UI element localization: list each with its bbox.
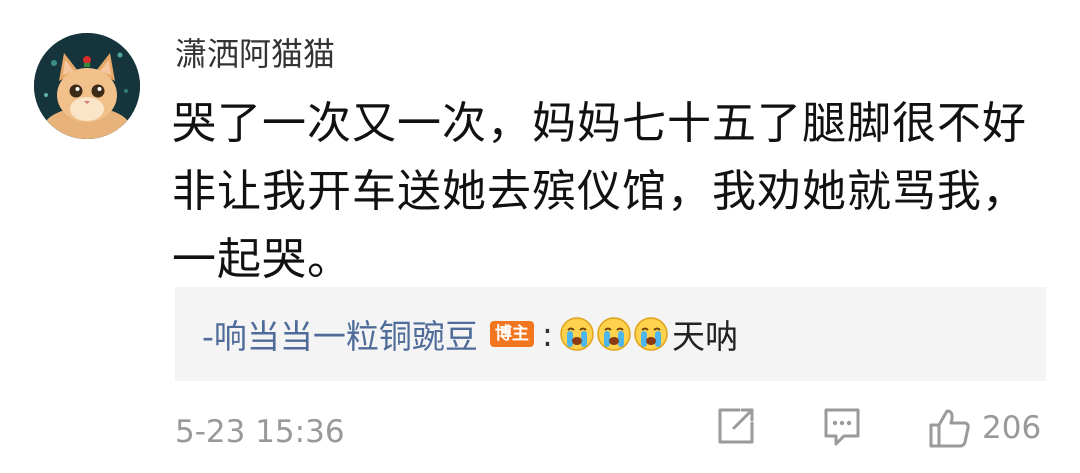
- reply-line: -响当当一粒铜豌豆 博主 : 天呐: [202, 310, 739, 358]
- like-count: 206: [982, 410, 1042, 446]
- reply-text: 天呐: [672, 317, 739, 356]
- crying-face-icon: [596, 316, 632, 352]
- crying-face-icon: [633, 316, 669, 352]
- cat-avatar-icon: [34, 33, 140, 139]
- comment-button[interactable]: [822, 406, 862, 448]
- reply-preview[interactable]: -响当当一粒铜豌豆 博主 : 天呐: [175, 287, 1046, 381]
- comment-icon: [824, 408, 860, 446]
- comment-text: 哭了一次又一次，妈妈七十五了腿脚很不好非让我开车送她去殡仪馆，我劝她就骂我，一起…: [172, 98, 1027, 285]
- avatar[interactable]: [34, 33, 140, 139]
- reply-author[interactable]: -响当当一粒铜豌豆: [202, 310, 478, 358]
- share-button[interactable]: [716, 406, 756, 446]
- share-icon: [718, 408, 754, 444]
- reply-colon: :: [541, 314, 554, 354]
- blogger-badge: 博主: [489, 321, 534, 347]
- comment-timestamp: 5-23 15:36: [175, 414, 345, 450]
- like-button[interactable]: 206: [928, 406, 1041, 450]
- comment-author[interactable]: 潇洒阿猫猫: [175, 32, 335, 76]
- crying-face-icon: [559, 316, 595, 352]
- thumbs-up-icon: [929, 409, 970, 448]
